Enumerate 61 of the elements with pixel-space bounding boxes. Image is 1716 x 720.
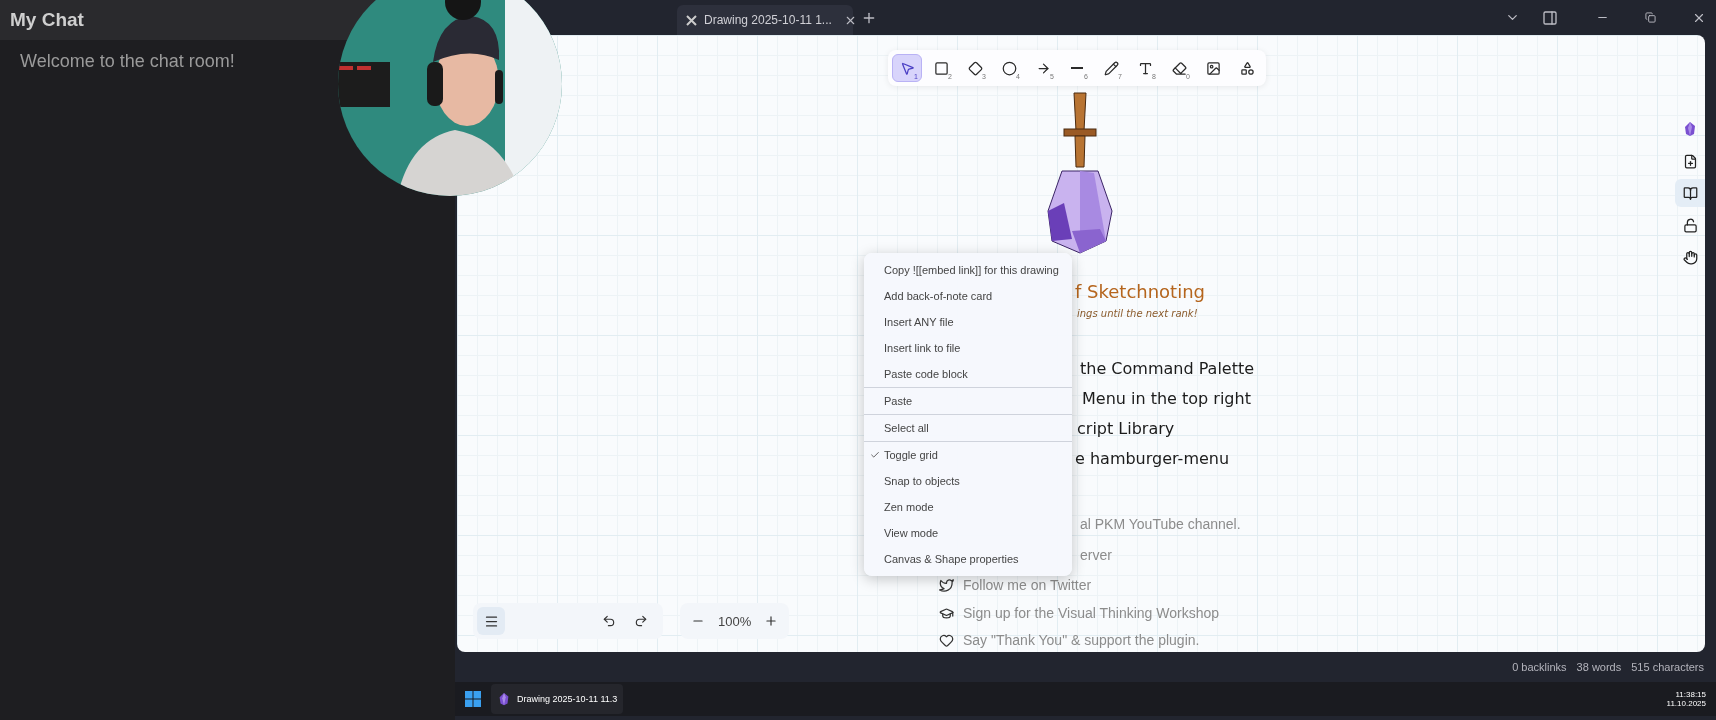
tab-title: Drawing 2025-10-11 1... <box>704 13 832 27</box>
menu-item[interactable]: Snap to objects <box>884 475 960 487</box>
shapes-icon <box>1239 60 1255 76</box>
menu-button[interactable] <box>477 607 505 635</box>
pencil-icon <box>1103 60 1119 76</box>
menu-item[interactable]: Toggle grid <box>884 449 938 461</box>
bird-icon <box>939 578 954 593</box>
undo-icon <box>602 614 616 628</box>
zoom-level[interactable]: 100% <box>718 613 752 629</box>
menu-item[interactable]: Insert ANY file <box>884 316 954 328</box>
menu-item[interactable]: Insert link to file <box>884 342 961 354</box>
handwritten-text: cript Library <box>1077 419 1175 438</box>
status-text: 0 backlinks <box>1512 661 1567 673</box>
handwritten-text: the Command Palette <box>1080 359 1255 378</box>
menu-item[interactable]: View mode <box>884 527 939 539</box>
diamond-icon <box>967 60 983 76</box>
plus-icon <box>764 614 779 628</box>
drawing-subtitle: ings until the next rank! <box>1077 308 1198 319</box>
hand-icon <box>1682 249 1698 265</box>
menu-item[interactable]: Select all <box>884 422 929 434</box>
menu-item[interactable]: Paste <box>884 395 913 407</box>
text-icon <box>1137 60 1153 76</box>
gem-icon <box>1682 121 1698 137</box>
unlock-icon <box>1682 217 1698 233</box>
taskbar-app[interactable]: Drawing 2025-10-11 11.3 <box>491 684 624 714</box>
eraser-icon <box>1171 60 1187 76</box>
crossed-tools-icon <box>685 13 698 27</box>
line-icon <box>1071 67 1083 69</box>
redo-icon <box>634 614 648 628</box>
status-text: 515 characters <box>1631 661 1704 673</box>
side-tool-button[interactable] <box>1675 179 1705 207</box>
square-icon <box>933 60 949 76</box>
image-icon <box>1205 60 1221 76</box>
windows-logo-icon[interactable] <box>465 691 481 707</box>
book-icon <box>1682 185 1698 201</box>
clock-time: 11:38:15 <box>1675 690 1706 699</box>
arrow-icon <box>1035 60 1051 76</box>
chat-title: My Chat <box>10 9 84 31</box>
menu-icon <box>483 613 499 629</box>
menu-item[interactable]: Add back-of-note card <box>884 290 993 302</box>
taskbar-app-title: Drawing 2025-10-11 11.3 <box>517 694 618 704</box>
gem-icon <box>497 692 511 706</box>
graduation-cap-icon <box>939 606 954 621</box>
circle-icon <box>1001 60 1017 76</box>
handwritten-text: Menu in the top right <box>1082 389 1251 408</box>
clock-date: 11.10.2025 <box>1666 699 1706 708</box>
sidebar-toggle-icon[interactable] <box>1542 9 1558 26</box>
menu-item[interactable]: Paste code block <box>884 368 968 380</box>
file-plus-icon <box>1682 153 1698 169</box>
menu-item[interactable]: Copy ![[embed link]] for this drawing <box>884 264 1059 276</box>
menu-item[interactable]: Canvas & Shape properties <box>884 553 1019 565</box>
chat-message: Welcome to the chat room! <box>20 51 235 72</box>
status-text: 38 words <box>1576 661 1622 673</box>
check-icon <box>870 450 880 460</box>
menu-item[interactable]: Zen mode <box>884 501 934 513</box>
heart-icon <box>939 633 954 648</box>
restore-icon[interactable] <box>1645 12 1656 23</box>
pointer-icon <box>899 60 915 76</box>
handwritten-text: e hamburger-menu <box>1075 449 1230 468</box>
drawing-heading: f Sketchnoting <box>1075 281 1206 302</box>
drawing-tab[interactable]: Drawing 2025-10-11 1... <box>677 5 853 35</box>
